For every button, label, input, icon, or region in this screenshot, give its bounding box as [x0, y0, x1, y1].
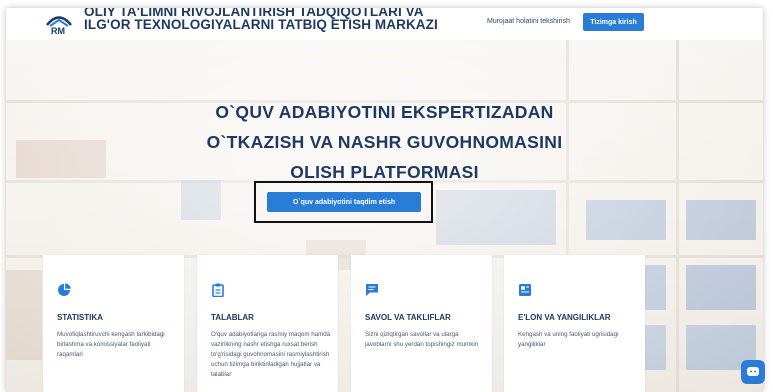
card-elon-yangiliklar[interactable]: E'LON VA YANGILIKLAR Kengash va uning fa…: [504, 255, 645, 392]
center-logo-icon[interactable]: RM: [44, 12, 74, 38]
card-statistika[interactable]: STATISTIKA Muvofiqlashtiruvchi kengash t…: [43, 255, 184, 392]
card-description: Muvofiqlashtiruvchi kengash tarkibidagi …: [57, 331, 165, 358]
news-icon: [519, 284, 531, 296]
svg-text:RM: RM: [51, 26, 65, 36]
hero-title-line2: O`TKAZISH VA NASHR GUVOHNOMASINI: [206, 132, 563, 152]
hero-title-line1: O`QUV ADABIYOTINI EKSPERTIZADAN: [215, 102, 554, 122]
check-status-link[interactable]: Murojaat holatini tekshirish: [487, 18, 570, 25]
hero-title-line3: OLISH PLATFORMASI: [290, 162, 479, 182]
card-savol-takliflar[interactable]: SAVOL VA TAKLIFLAR Sizni qiziqtirgan sav…: [351, 255, 492, 392]
browser-viewport: RM OLIY TA'LIMNI RIVOJLANTIRISH TADQIQOT…: [6, 8, 763, 392]
login-button[interactable]: Tizimga kirish: [583, 13, 644, 31]
pie-chart-icon: [58, 283, 71, 296]
organization-name[interactable]: OLIY TA'LIMNI RIVOJLANTIRISH TADQIQOTLAR…: [84, 8, 438, 31]
card-title: SAVOL VA TAKLIFLAR: [365, 313, 451, 322]
organization-name-line2: ILG'OR TEXNOLOGIYALARNI TATBIQ ETISH MAR…: [84, 17, 438, 32]
card-title: E'LON VA YANGILIKLAR: [518, 313, 611, 322]
card-description: Sizni qiziqtirgan savollar va ularga jav…: [365, 331, 479, 348]
card-talablar[interactable]: TALABLAR O'quv adabiyotlariga rasmiy maq…: [197, 255, 338, 392]
clipboard-icon: [212, 283, 224, 297]
submit-literature-button[interactable]: O`quv adabiyotini taqdim etish: [267, 192, 421, 212]
chat-icon: [366, 284, 378, 296]
chat-bubble-icon: [747, 367, 759, 376]
card-title: STATISTIKA: [57, 313, 103, 322]
card-title: TALABLAR: [211, 313, 254, 322]
help-chat-button[interactable]: [741, 360, 765, 384]
site-header: RM OLIY TA'LIMNI RIVOJLANTIRISH TADQIQOT…: [6, 8, 763, 40]
card-description: O'quv adabiyotlariga rasmiy maqom hamda …: [211, 331, 331, 378]
card-description: Kengash va uning faoliyati ugrisidagi ya…: [518, 331, 619, 348]
